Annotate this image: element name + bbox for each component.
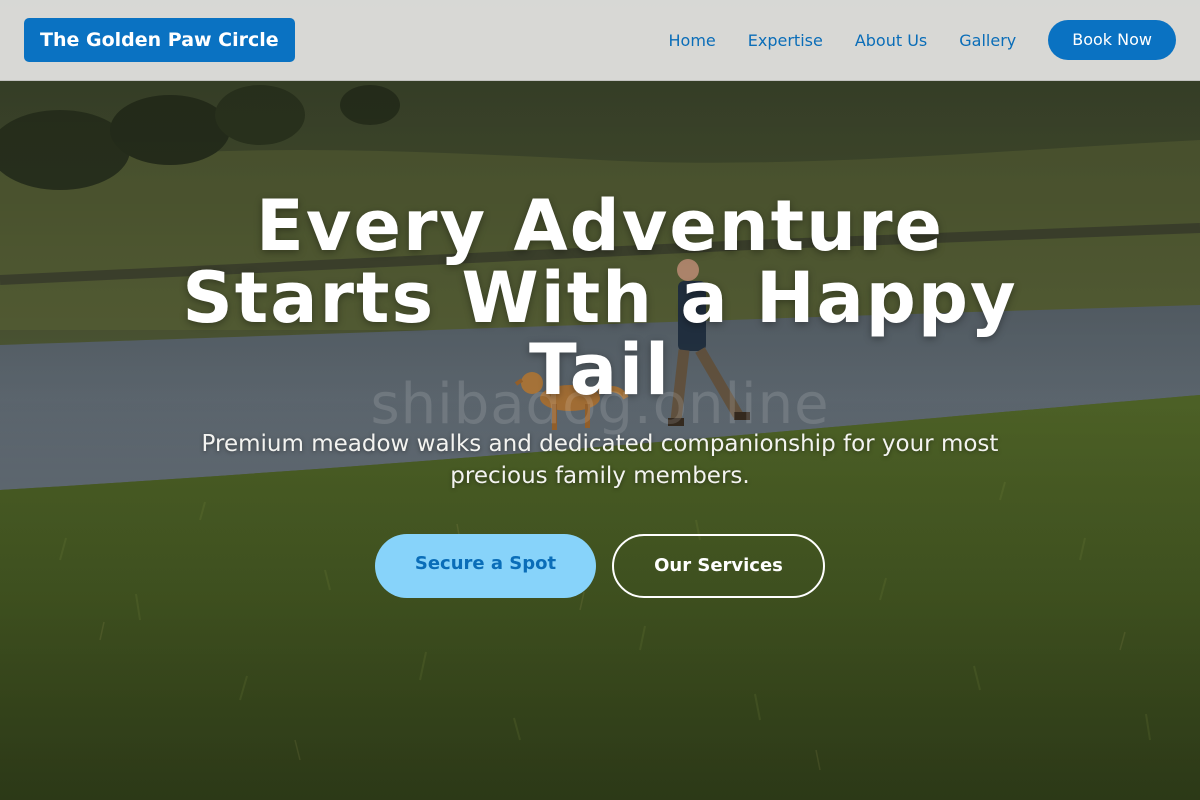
- hero-title: Every Adventure Starts With a Happy Tail: [182, 185, 1018, 411]
- hero-section: Every Adventure Starts With a Happy Tail…: [0, 190, 1200, 598]
- our-services-button[interactable]: Our Services: [612, 534, 825, 598]
- brand-logo[interactable]: The Golden Paw Circle: [24, 18, 295, 62]
- nav-link-gallery[interactable]: Gallery: [959, 31, 1016, 50]
- nav-link-expertise[interactable]: Expertise: [748, 31, 823, 50]
- nav-link-about-us[interactable]: About Us: [855, 31, 927, 50]
- site-header: The Golden Paw Circle Home Expertise Abo…: [0, 0, 1200, 81]
- secure-a-spot-button[interactable]: Secure a Spot: [375, 534, 596, 598]
- main-navigation: Home Expertise About Us Gallery Book Now: [669, 20, 1176, 60]
- nav-link-home[interactable]: Home: [669, 31, 716, 50]
- hero-subtitle: Premium meadow walks and dedicated compa…: [201, 431, 999, 489]
- book-now-button[interactable]: Book Now: [1048, 20, 1176, 60]
- landing-page: shibadog.online The Golden Paw Circle Ho…: [0, 0, 1200, 800]
- hero-cta-row: Secure a Spot Our Services: [0, 534, 1200, 598]
